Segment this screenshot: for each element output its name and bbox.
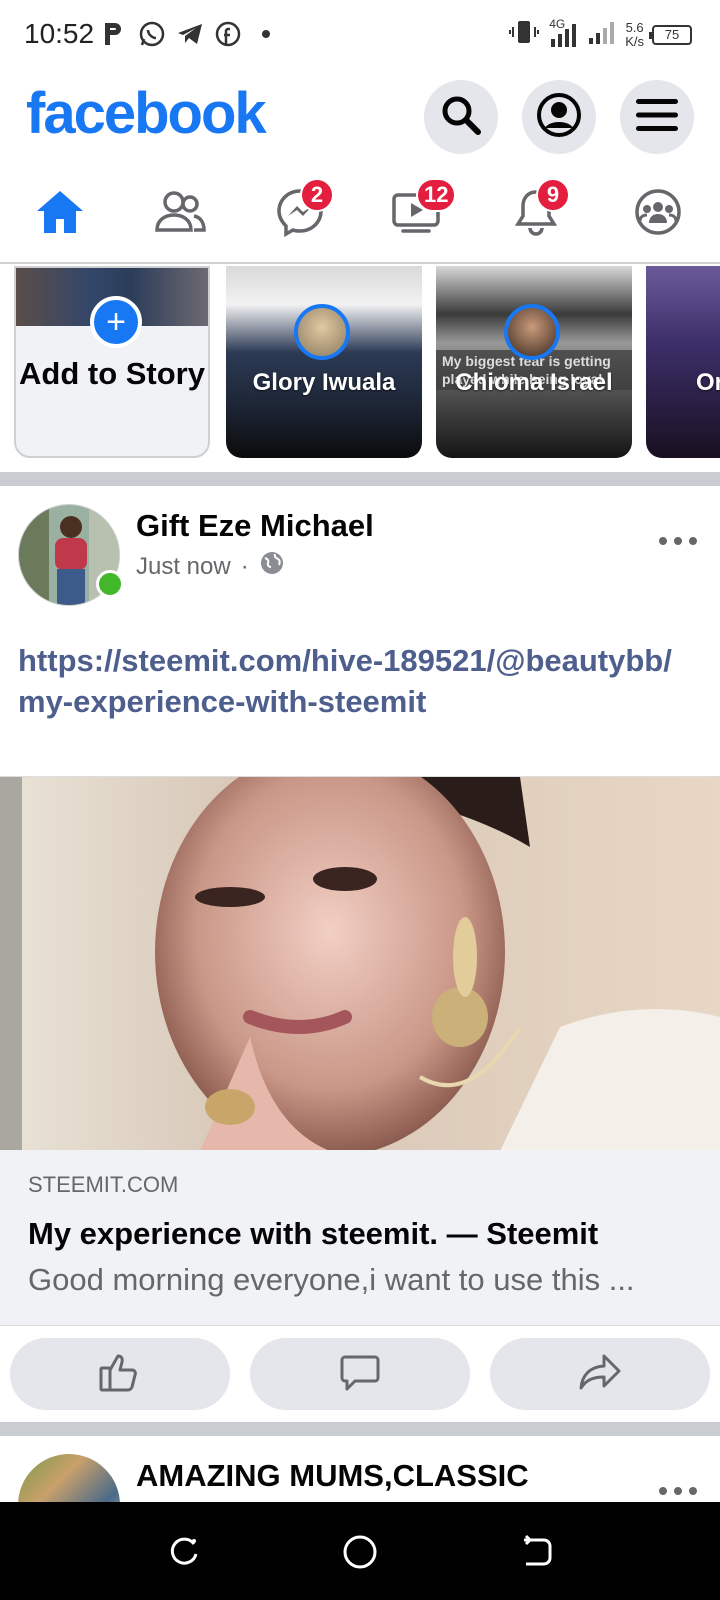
tab-groups[interactable]	[626, 182, 690, 246]
link-domain: STEEMIT.COM	[28, 1172, 179, 1197]
hamburger-menu-icon	[636, 97, 678, 138]
net-speed-value: 5.6	[625, 19, 644, 35]
comment-button[interactable]	[250, 1338, 470, 1410]
status-right: 4G 5.6 K/s 75	[509, 17, 692, 51]
story-avatar	[504, 304, 560, 360]
next-post-header: AMAZING MUMS,CLASSIC	[0, 1436, 720, 1502]
comment-icon	[339, 1351, 381, 1398]
home-circle-icon[interactable]	[340, 1532, 380, 1572]
online-status-dot	[96, 570, 124, 598]
watch-badge: 12	[416, 178, 457, 212]
stories-tray: + Add to Story Glory Iwuala My biggest f…	[0, 266, 720, 462]
menu-button[interactable]	[620, 80, 694, 154]
profile-icon	[536, 92, 582, 143]
share-arrow-icon	[578, 1352, 622, 1397]
post-header: Gift Eze Michael Just now ·	[0, 486, 720, 606]
link-preview-image[interactable]	[0, 776, 720, 1150]
post-author-name[interactable]: Gift Eze Michael	[136, 508, 374, 544]
whatsapp-icon	[138, 20, 166, 48]
meta-separator: ·	[240, 552, 249, 580]
link-description: Good morning everyone,i want to use this…	[28, 1262, 635, 1297]
tab-friends[interactable]	[148, 182, 212, 246]
tab-watch[interactable]: 12	[384, 178, 457, 246]
story-card[interactable]: Or Il	[646, 266, 720, 458]
parking-icon	[100, 20, 128, 48]
like-button[interactable]	[10, 1338, 230, 1410]
notification-icons	[100, 20, 280, 48]
facebook-notif-icon	[214, 20, 242, 48]
globe-icon	[259, 550, 285, 583]
system-navigation-bar	[0, 1502, 720, 1600]
status-bar: 10:52 4G 5.6 K/s 75	[0, 0, 720, 72]
facebook-logo[interactable]: facebook	[26, 80, 267, 147]
friends-icon	[154, 190, 206, 239]
story-name: Chioma Israel	[455, 369, 613, 396]
story-name: Glory Iwuala	[252, 369, 396, 396]
group-avatar[interactable]	[18, 1454, 120, 1502]
thumbs-up-icon	[98, 1350, 142, 1399]
add-to-story-card[interactable]: + Add to Story	[14, 266, 210, 458]
net-speed: 5.6 K/s	[625, 19, 644, 49]
post-actions	[0, 1338, 720, 1412]
add-story-label: Add to Story	[19, 356, 205, 391]
tab-notifications[interactable]: 9	[504, 178, 570, 246]
app-header: facebook	[0, 72, 720, 164]
notifications-badge: 9	[536, 178, 570, 212]
signal-4g-icon: 4G	[547, 17, 579, 49]
next-post-author[interactable]: AMAZING MUMS,CLASSIC	[136, 1458, 529, 1494]
nav-tabs: 2 12 9	[0, 164, 720, 264]
status-time: 10:52	[24, 18, 95, 49]
link-preview-card[interactable]: STEEMIT.COM My experience with steemit. …	[0, 1150, 720, 1326]
post-meta: Just now ·	[136, 550, 285, 583]
story-avatar	[294, 304, 350, 360]
share-button[interactable]	[490, 1338, 710, 1410]
more-notif-dot-icon	[252, 20, 280, 48]
groups-icon	[633, 187, 683, 242]
story-card[interactable]: Glory Iwuala	[226, 266, 422, 458]
section-divider	[0, 472, 720, 486]
tab-home[interactable]	[28, 182, 92, 246]
net-speed-unit: K/s	[625, 33, 644, 49]
recent-apps-icon[interactable]	[164, 1532, 204, 1572]
more-horizontal-icon	[658, 520, 698, 553]
messenger-badge: 2	[300, 178, 334, 212]
telegram-icon	[176, 20, 204, 48]
tab-messenger[interactable]: 2	[268, 178, 334, 246]
search-button[interactable]	[424, 80, 498, 154]
next-post-more-button[interactable]	[658, 1470, 698, 1502]
profile-button[interactable]	[522, 80, 596, 154]
home-icon	[35, 189, 85, 240]
post-more-options-button[interactable]	[658, 520, 698, 554]
story-card[interactable]: My biggest fear is getting played while …	[436, 266, 632, 458]
post-link-text[interactable]: https://steemit.com/hive-189521/@beautyb…	[18, 640, 698, 722]
post-time[interactable]: Just now	[136, 553, 231, 581]
add-story-plus-icon: +	[90, 296, 142, 348]
story-name: Or Il	[696, 369, 720, 396]
battery-icon: 75	[649, 24, 692, 45]
more-horizontal-icon	[658, 1470, 698, 1502]
back-icon[interactable]	[516, 1532, 556, 1572]
signal-icon	[587, 18, 617, 51]
link-title: My experience with steemit. — Steemit	[28, 1216, 599, 1251]
vibrate-icon	[509, 19, 540, 50]
search-icon	[439, 93, 483, 142]
section-divider	[0, 1422, 720, 1436]
